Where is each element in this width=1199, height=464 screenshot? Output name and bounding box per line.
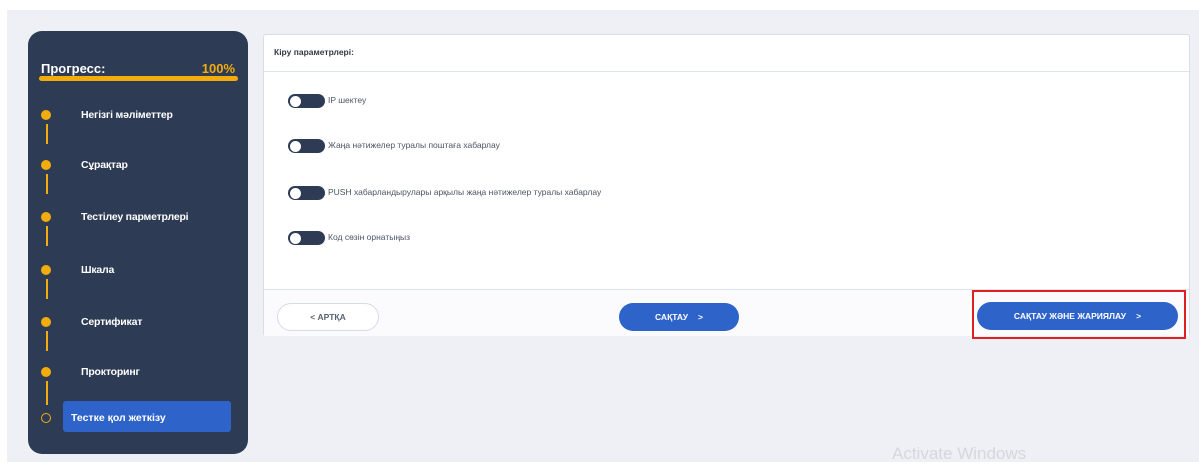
back-button[interactable]: < АРТҚА [277,303,379,331]
card-header: Кіру параметрлері: [264,35,1189,72]
step-certificate[interactable]: Сертификат [81,316,142,328]
ip-restriction-label: IP шектеу [328,95,367,105]
step-connector [46,174,48,194]
save-and-publish-button[interactable]: САҚТАУ ЖӘНЕ ЖАРИЯЛАУ > [977,302,1178,330]
step-complete-dot [41,110,51,120]
push-notify-toggle[interactable] [288,186,325,200]
step-testing-parameters[interactable]: Тестілеу парметрлері [81,211,189,223]
step-connector [46,226,48,246]
step-scale[interactable]: Шкала [81,264,114,276]
progress-bar-fill [39,76,238,81]
progress-value: 100% [201,61,235,76]
ip-restriction-toggle[interactable] [288,94,325,108]
toggle-knob [290,232,301,244]
code-word-toggle[interactable] [288,231,325,245]
step-complete-dot [41,367,51,377]
save-button-label: САҚТАУ [655,312,689,322]
step-connector [46,124,48,144]
step-complete-dot [41,265,51,275]
step-test-access-label[interactable]: Тестке қол жеткізу [71,412,166,424]
progress-sidebar: Прогресс: 100% Негізгі мәліметтер Сұрақт… [28,31,248,454]
progress-bar [39,76,238,81]
email-notify-label: Жаңа нәтижелер туралы поштаға хабарлау [328,140,500,150]
step-questions[interactable]: Сұрақтар [81,159,128,171]
code-word-label: Код сөзін орнатыңыз [328,232,411,242]
toggle-knob [290,95,301,107]
step-connector [46,279,48,299]
card-title: Кіру параметрлері: [274,47,354,57]
step-proctoring[interactable]: Прокторинг [81,366,140,378]
chevron-right-icon: > [698,312,703,322]
step-current-dot [41,413,51,423]
save-button[interactable]: САҚТАУ > [619,303,739,331]
save-and-publish-label: САҚТАУ ЖӘНЕ ЖАРИЯЛАУ [1013,311,1127,321]
step-complete-dot [41,160,51,170]
step-connector [46,381,48,405]
email-notify-toggle[interactable] [288,139,325,153]
toggle-knob [290,140,301,152]
chevron-right-icon: > [1136,311,1142,321]
push-notify-label: PUSH хабарландырулары арқылы жаңа нәтиже… [328,187,602,197]
toggle-knob [290,187,301,199]
step-complete-dot [41,212,51,222]
activate-windows-watermark: Activate Windows [892,444,1027,463]
step-complete-dot [41,317,51,327]
step-connector [46,331,48,351]
step-basic-info[interactable]: Негізгі мәліметтер [81,109,173,121]
progress-title: Прогресс: [41,61,106,76]
